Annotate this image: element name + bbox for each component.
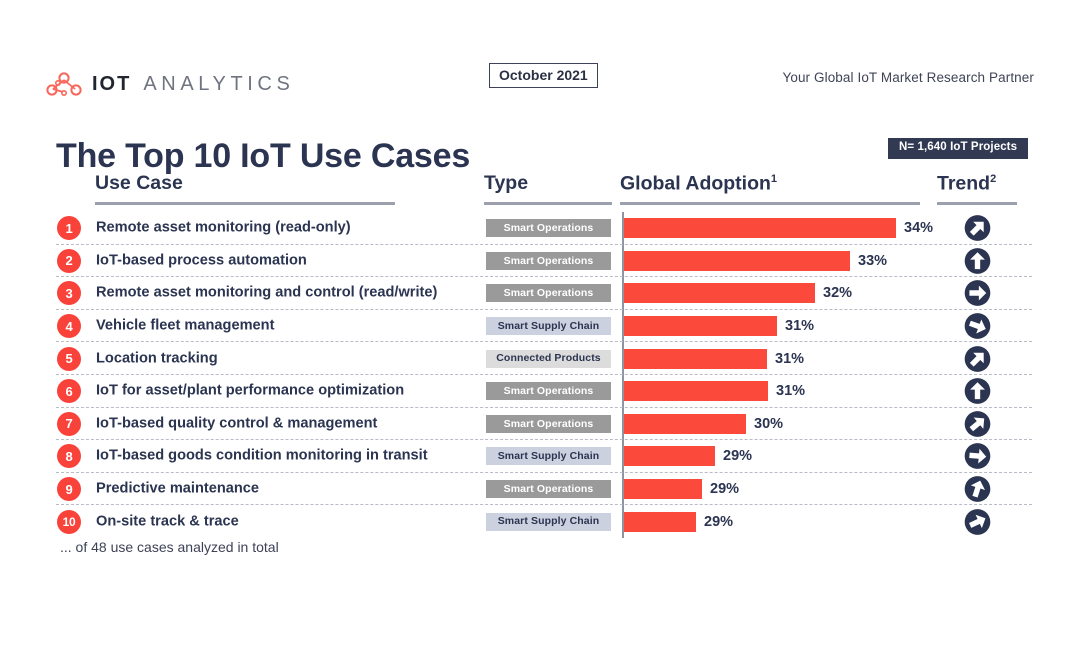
use-case-table: 1 Remote asset monitoring (read-only) Smar…	[0, 212, 1080, 538]
column-headers: Use Case Type Global Adoption1 Trend2	[0, 172, 1080, 206]
adoption-value-label: 31%	[776, 383, 806, 400]
arrow-right-icon	[964, 443, 991, 470]
adoption-bar	[624, 250, 850, 271]
use-case-label: Vehicle fleet management	[96, 317, 275, 334]
adoption-bar	[624, 381, 768, 402]
type-pill: Smart Operations	[486, 382, 611, 401]
adoption-bar	[624, 413, 746, 434]
rank-badge: 4	[57, 314, 81, 339]
infographic-page: IOT ANALYTICS October 2021 Your Global I…	[0, 0, 1080, 654]
column-rule-adoption	[620, 202, 920, 205]
brand-logo: IOT ANALYTICS	[44, 70, 294, 98]
arrow-right-down-icon	[964, 313, 991, 339]
use-case-label: On-site track & trace	[96, 513, 239, 530]
adoption-bar	[624, 446, 715, 467]
page-title: The Top 10 IoT Use Cases	[56, 136, 471, 175]
adoption-value-label: 33%	[858, 252, 888, 269]
type-pill: Smart Operations	[486, 414, 611, 433]
adoption-bar	[624, 218, 896, 239]
use-case-label: Remote asset monitoring (read-only)	[96, 220, 351, 236]
tagline: Your Global IoT Market Research Partner	[782, 70, 1034, 85]
arrow-up-right-icon	[964, 345, 991, 372]
type-pill: Connected Products	[486, 349, 611, 368]
table-row: 8 IoT-based goods condition monitoring in…	[0, 440, 1080, 473]
column-header-trend: Trend2	[937, 174, 996, 194]
rank-badge: 5	[57, 346, 81, 371]
rank-badge: 9	[57, 477, 81, 502]
column-header-adoption: Global Adoption1	[620, 174, 777, 194]
use-case-label: IoT-based quality control & management	[96, 415, 378, 432]
arrow-up-right-icon	[964, 411, 991, 437]
rank-badge: 1	[57, 216, 81, 241]
use-case-label: Predictive maintenance	[96, 480, 260, 497]
rank-badge: 3	[57, 281, 81, 306]
adoption-bar	[624, 511, 696, 532]
footnote-marker-1: 1	[770, 173, 778, 185]
date-badge: October 2021	[489, 63, 598, 88]
table-row: 10 On-site track & trace Smart Supply Chai…	[0, 505, 1080, 538]
arrow-up-icon	[964, 378, 991, 405]
page-header: IOT ANALYTICS October 2021 Your Global I…	[0, 0, 1080, 110]
brand-name-primary: IOT	[92, 73, 132, 95]
type-pill: Smart Operations	[486, 480, 611, 499]
adoption-bar	[624, 316, 777, 337]
column-header-trend-label: Trend	[937, 172, 991, 195]
table-row: 6 IoT for asset/plant performance optimiz…	[0, 375, 1080, 408]
arrow-up-right-icon	[964, 215, 991, 242]
adoption-bar	[624, 479, 702, 500]
table-row: 4 Vehicle fleet management Smart Supply Ch…	[0, 310, 1080, 343]
type-pill: Smart Supply Chain	[486, 512, 611, 531]
footnote-marker-2: 2	[990, 173, 997, 185]
footnote-text: ... of 48 use cases analyzed in total	[60, 539, 279, 555]
sample-size-badge: N= 1,640 IoT Projects	[888, 138, 1029, 159]
rank-badge: 2	[57, 248, 81, 273]
adoption-value-label: 29%	[723, 448, 753, 465]
network-nodes-icon	[46, 72, 82, 96]
column-header-type: Type	[484, 172, 529, 194]
type-pill: Smart Operations	[486, 284, 611, 303]
adoption-value-label: 32%	[823, 285, 853, 302]
brand-name-secondary: ANALYTICS	[143, 73, 295, 95]
adoption-value-label: 30%	[754, 415, 784, 432]
column-header-use-case-label: Use Case	[95, 172, 183, 194]
adoption-value-label: 34%	[904, 220, 934, 237]
type-pill: Smart Supply Chain	[486, 317, 611, 336]
type-pill: Smart Operations	[486, 219, 611, 238]
rank-badge: 10	[57, 509, 81, 534]
use-case-label: IoT for asset/plant performance optimiza…	[96, 382, 405, 399]
arrow-right-icon	[964, 280, 991, 307]
use-case-label: IoT-based goods condition monitoring in …	[96, 448, 428, 465]
adoption-value-label: 31%	[775, 350, 805, 367]
table-row: 1 Remote asset monitoring (read-only) Smar…	[0, 212, 1080, 245]
arrow-up-right-icon	[964, 508, 991, 535]
table-row: 2 IoT-based process automation Smart Opera…	[0, 245, 1080, 278]
adoption-value-label: 29%	[704, 513, 734, 530]
rank-badge: 6	[57, 379, 81, 404]
adoption-bar	[624, 348, 767, 369]
type-pill: Smart Supply Chain	[486, 447, 611, 466]
table-row: 9 Predictive maintenance Smart Operations 2…	[0, 473, 1080, 506]
rank-badge: 8	[57, 444, 81, 469]
table-row: 3 Remote asset monitoring and control (re…	[0, 277, 1080, 310]
adoption-value-label: 29%	[710, 480, 740, 497]
use-case-label: Remote asset monitoring and control (rea…	[96, 285, 438, 302]
arrow-up-icon	[964, 248, 991, 274]
column-rule-use-case	[95, 202, 395, 205]
column-header-use-case: Use Case	[95, 172, 183, 194]
use-case-label: IoT-based process automation	[96, 252, 307, 269]
adoption-bar	[624, 283, 815, 304]
use-case-label: Location tracking	[96, 350, 218, 367]
type-pill: Smart Operations	[486, 251, 611, 270]
rank-badge: 7	[57, 411, 81, 436]
adoption-value-label: 31%	[785, 317, 815, 334]
column-rule-trend	[937, 202, 1017, 205]
arrow-up-icon	[964, 476, 991, 502]
column-header-adoption-label: Global Adoption	[620, 172, 771, 195]
column-header-type-label: Type	[484, 172, 529, 194]
table-row: 7 IoT-based quality control & management S…	[0, 408, 1080, 441]
table-row: 5 Location tracking Connected Products 31%	[0, 342, 1080, 375]
column-rule-type	[484, 202, 612, 205]
